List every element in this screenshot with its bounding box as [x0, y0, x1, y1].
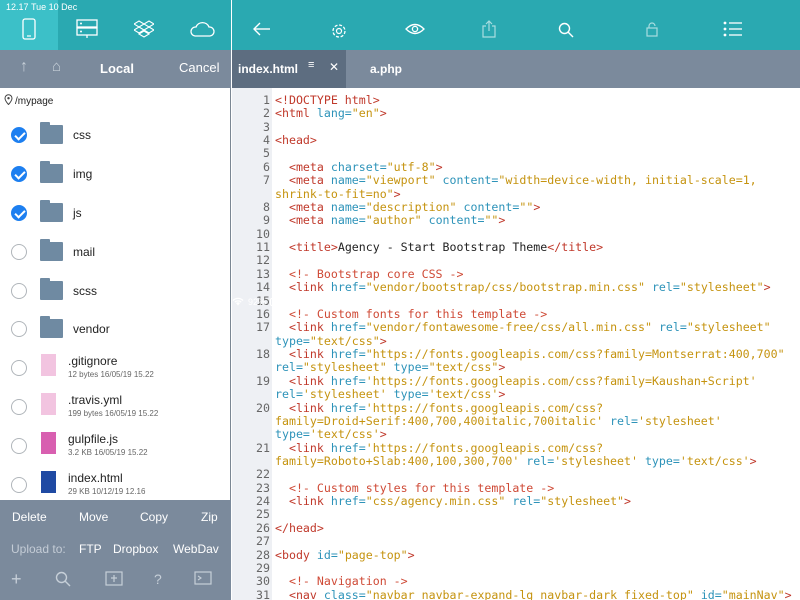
- current-path: /mypage: [15, 95, 54, 107]
- file-name: scss: [73, 283, 97, 298]
- transfer-icon[interactable]: [105, 571, 123, 591]
- home-icon[interactable]: ⌂: [52, 58, 61, 75]
- search-icon[interactable]: [55, 571, 71, 591]
- device-icon: [22, 17, 36, 45]
- file-meta: 12 bytes 16/05/19 15.22: [68, 370, 154, 380]
- file-icon: [41, 432, 56, 455]
- location-pin-icon: [4, 94, 13, 108]
- status-date: Tue 10 Dec: [31, 2, 78, 12]
- status-bar: 12.17 Tue 10 Dec 92%: [0, 0, 800, 307]
- folder-icon: [40, 160, 63, 183]
- breadcrumb: /mypage: [4, 94, 53, 108]
- file-browser-panel: ↑ ⌂ Local Cancel /mypage css img js mail scs…: [0, 0, 231, 600]
- select-checkbox[interactable]: [11, 399, 27, 416]
- select-checkbox[interactable]: [11, 243, 27, 260]
- server-icon: [75, 18, 98, 44]
- file-icon: [41, 393, 56, 416]
- folder-icon: [40, 199, 63, 222]
- file-icon: [41, 471, 56, 494]
- status-right: 92%: [232, 2, 800, 600]
- file-name: css: [73, 128, 91, 142]
- file-name: js: [73, 205, 82, 220]
- file-name: mail: [73, 244, 96, 259]
- select-checkbox[interactable]: [11, 165, 27, 182]
- add-icon[interactable]: +: [11, 569, 22, 590]
- battery-percent: 92%: [248, 297, 267, 307]
- tab-cloud[interactable]: [173, 12, 231, 50]
- file-row[interactable]: img: [0, 154, 231, 193]
- file-row[interactable]: gulpfile.js 3.2 KB 16/05/19 15.22: [0, 426, 231, 465]
- up-arrow-icon[interactable]: ↑: [20, 58, 28, 76]
- select-checkbox[interactable]: [11, 204, 27, 221]
- folder-icon: [40, 316, 63, 339]
- file-row[interactable]: mail: [0, 232, 231, 271]
- select-checkbox[interactable]: [11, 477, 27, 494]
- wifi-icon: [232, 297, 244, 308]
- select-checkbox[interactable]: [11, 360, 27, 377]
- upload-dropbox-button[interactable]: Dropbox: [113, 542, 158, 556]
- select-checkbox[interactable]: [11, 127, 27, 143]
- file-name: .gitignore: [68, 354, 118, 369]
- file-row[interactable]: .travis.yml 199 bytes 16/05/19 15.22: [0, 387, 231, 426]
- battery-icon: [270, 298, 289, 306]
- browser-nav-bar: ↑ ⌂ Local Cancel: [0, 50, 231, 88]
- upload-webdav-button[interactable]: WebDav: [173, 542, 219, 556]
- copy-button[interactable]: Copy: [140, 510, 168, 524]
- file-icon: [41, 354, 56, 377]
- move-button[interactable]: Move: [79, 510, 108, 524]
- folder-icon: [40, 277, 63, 300]
- select-checkbox[interactable]: [11, 282, 27, 299]
- upload-ftp-button[interactable]: FTP: [79, 542, 102, 556]
- file-meta: 3.2 KB 16/05/19 15.22: [68, 448, 148, 458]
- file-actions-panel: Delete Move Copy Zip Upload to: FTP Drop…: [0, 500, 231, 600]
- zip-button[interactable]: Zip: [201, 510, 218, 524]
- file-row[interactable]: scss: [0, 271, 231, 310]
- file-name: gulpfile.js: [68, 432, 119, 447]
- file-meta: 29 KB 10/12/19 12.16: [68, 487, 146, 497]
- file-name: .travis.yml: [68, 393, 122, 408]
- tab-dropbox[interactable]: [116, 12, 174, 50]
- file-row[interactable]: css: [0, 115, 231, 154]
- location-title: Local: [100, 61, 134, 76]
- file-row[interactable]: js: [0, 193, 231, 232]
- file-meta: 199 bytes 16/05/19 15.22: [68, 409, 159, 419]
- file-row[interactable]: vendor: [0, 309, 231, 348]
- file-name: vendor: [73, 322, 110, 337]
- status-time: 12.17: [6, 2, 29, 12]
- upload-label: Upload to:: [11, 542, 66, 556]
- tab-server[interactable]: [58, 12, 116, 50]
- file-row[interactable]: index.html 29 KB 10/12/19 12.16: [0, 465, 231, 504]
- terminal-icon[interactable]: [194, 571, 212, 589]
- file-name: index.html: [68, 471, 123, 486]
- dropbox-icon: [133, 19, 156, 44]
- folder-icon: [40, 238, 63, 261]
- file-name: img: [73, 166, 93, 181]
- file-row[interactable]: .gitignore 12 bytes 16/05/19 15.22: [0, 348, 231, 387]
- file-list: css img js mail scss vendor .gitignore 12 bytes…: [0, 115, 231, 504]
- help-icon[interactable]: ?: [154, 571, 162, 587]
- delete-button[interactable]: Delete: [12, 510, 47, 524]
- select-checkbox[interactable]: [11, 438, 27, 455]
- cloud-icon: [189, 21, 215, 42]
- folder-icon: [40, 122, 63, 144]
- cancel-button[interactable]: Cancel: [179, 60, 219, 75]
- select-checkbox[interactable]: [11, 321, 27, 338]
